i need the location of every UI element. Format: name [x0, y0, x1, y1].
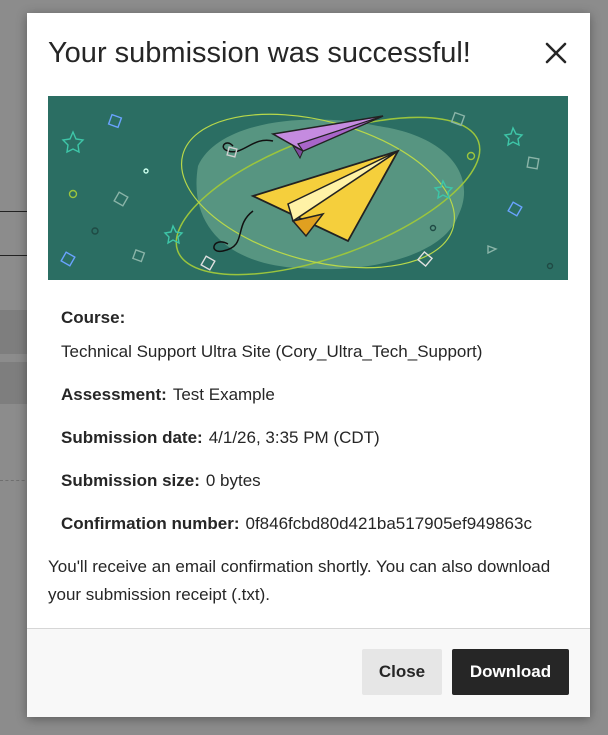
dialog-title: Your submission was successful!: [48, 37, 471, 69]
background-divider: [0, 255, 30, 256]
email-confirmation-note: You'll receive an email confirmation sho…: [48, 557, 551, 604]
background-band: [0, 362, 30, 404]
dialog-footer: Close Download: [27, 628, 590, 717]
close-button[interactable]: Close: [362, 649, 442, 695]
background-band: [0, 310, 30, 354]
submission-date-row: Submission date: 4/1/26, 3:35 PM (CDT): [61, 428, 380, 448]
course-value-row: Technical Support Ultra Site (Cory_Ultra…: [61, 342, 482, 362]
submission-size-value: 0 bytes: [205, 471, 261, 490]
submission-date-label: Submission date:: [61, 428, 203, 447]
course-row: Course:: [61, 308, 131, 328]
submission-success-dialog: Your submission was successful! Course: …: [27, 13, 590, 717]
background-dashed-line: [0, 480, 30, 481]
confirmation-number-label: Confirmation number:: [61, 514, 240, 533]
course-label: Course:: [61, 308, 126, 327]
download-receipt-button[interactable]: Download: [452, 649, 569, 695]
dialog-header: Your submission was successful!: [48, 35, 570, 75]
submission-date-value: 4/1/26, 3:35 PM (CDT): [208, 428, 380, 447]
submission-size-label: Submission size:: [61, 471, 200, 490]
assessment-label: Assessment:: [61, 385, 167, 404]
assessment-row: Assessment: Test Example: [61, 385, 275, 405]
close-icon[interactable]: [542, 39, 570, 67]
background-divider: [0, 211, 30, 212]
confirmation-number-row: Confirmation number: 0f846fcbd80d421ba517…: [61, 514, 532, 534]
submission-size-row: Submission size: 0 bytes: [61, 471, 261, 491]
assessment-value: Test Example: [172, 385, 275, 404]
success-illustration: [48, 96, 568, 280]
course-value: Technical Support Ultra Site (Cory_Ultra…: [61, 342, 483, 361]
confirmation-number-value: 0f846fcbd80d421ba517905ef949863c: [245, 514, 532, 533]
